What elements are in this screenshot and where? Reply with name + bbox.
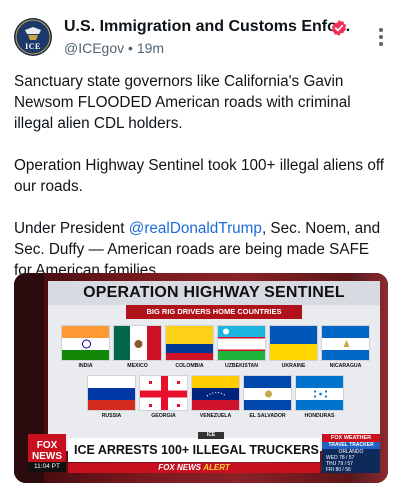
- mention-link[interactable]: @realDonaldTrump: [129, 220, 262, 237]
- flag-venezuela: VENEZUELA: [191, 375, 240, 419]
- flag-label: EL SALVADOR: [249, 413, 286, 419]
- mexico-flag-icon: [114, 326, 161, 360]
- post-paragraph-2: Operation Highway Sentinel took 100+ ill…: [14, 157, 385, 195]
- flag-label: GEORGIA: [151, 413, 176, 419]
- flag-label: UKRAINE: [281, 363, 306, 369]
- colombia-flag-icon: [166, 326, 213, 360]
- flag-colombia: COLOMBIA: [165, 325, 214, 369]
- flag-label: NICARAGUA: [329, 363, 362, 369]
- flag-ukraine: UKRAINE: [269, 325, 318, 369]
- flag-russia: RUSSIA: [87, 375, 136, 419]
- more-options-icon[interactable]: [374, 28, 388, 50]
- india-flag-icon: [62, 326, 109, 360]
- author-name[interactable]: U.S. Immigration and Customs Enfo...: [64, 18, 350, 36]
- ice-tag: ICE: [198, 432, 224, 439]
- weather-row: FRI 80 / 56: [326, 467, 351, 473]
- weather-box: FOX WEATHER TRAVEL TRACKER ORLANDO WED 7…: [322, 434, 380, 473]
- weather-day: FRI: [326, 467, 335, 473]
- georgia-flag-icon: [140, 376, 187, 410]
- paragraph-3-prefix: Under President: [14, 220, 129, 237]
- meta-separator: •: [128, 40, 133, 56]
- flag-nicaragua: NICARAGUA: [321, 325, 370, 369]
- post-paragraph-1: Sanctuary state governors like Californi…: [14, 73, 351, 132]
- graphic-board: OPERATION HIGHWAY SENTINEL BIG RIG DRIVE…: [48, 281, 380, 451]
- flag-mexico: MEXICO: [113, 325, 162, 369]
- flag-label: COLOMBIA: [175, 363, 204, 369]
- news-lower-third: FOX NEWS 11:04 PT ICE ARRESTS 100+ ILLEG…: [28, 432, 380, 474]
- flag-label: UZBEKISTAN: [224, 363, 259, 369]
- russia-flag-icon: [88, 376, 135, 410]
- alert-word: ALERT: [203, 463, 230, 472]
- flag-label: INDIA: [78, 363, 93, 369]
- weather-low: 56: [345, 467, 351, 473]
- alert-brand: FOX NEWS: [158, 463, 201, 472]
- ukraine-flag-icon: [270, 326, 317, 360]
- logo-line-2: NEWS: [32, 451, 62, 462]
- flag-georgia: GEORGIA: [139, 375, 188, 419]
- author-handle[interactable]: @ICEgov: [64, 40, 124, 56]
- post-body: Sanctuary state governors like Californi…: [14, 71, 390, 302]
- flag-india: INDIA: [61, 325, 110, 369]
- post-header: ICE U.S. Immigration and Customs Enfo...…: [14, 16, 390, 60]
- flag-label: VENEZUELA: [199, 413, 232, 419]
- verified-badge-icon: [331, 20, 347, 36]
- logo-line-1: FOX: [36, 440, 58, 451]
- weather-title: FOX WEATHER: [322, 434, 380, 442]
- author-meta: @ICEgov • 19m: [64, 40, 164, 56]
- avatar-text: ICE: [25, 42, 41, 51]
- post-paragraph-3: Under President @realDonaldTrump, Sec. N…: [14, 218, 390, 281]
- headline-bar: ICE ARRESTS 100+ ILLEGAL TRUCKERS IN CA …: [68, 438, 320, 462]
- post-image[interactable]: OPERATION HIGHWAY SENTINEL BIG RIG DRIVE…: [14, 273, 388, 483]
- news-time: 11:04 PT: [28, 462, 66, 472]
- board-title: OPERATION HIGHWAY SENTINEL: [48, 281, 380, 305]
- flag-label: RUSSIA: [101, 413, 122, 419]
- honduras-flag-icon: [296, 376, 343, 410]
- flag-label: MEXICO: [127, 363, 148, 369]
- el-salvador-flag-icon: [244, 376, 291, 410]
- flag-uzbekistan: UZBEKISTAN: [217, 325, 266, 369]
- board-subtitle: BIG RIG DRIVERS HOME COUNTRIES: [126, 305, 302, 319]
- venezuela-flag-icon: [192, 376, 239, 410]
- flag-label: HONDURAS: [304, 413, 335, 419]
- weather-high: 80: [335, 467, 342, 473]
- alert-bar: FOX NEWS ALERT: [68, 463, 320, 473]
- flag-honduras: HONDURAS: [295, 375, 344, 419]
- uzbekistan-flag-icon: [218, 326, 265, 360]
- nicaragua-flag-icon: [322, 326, 369, 360]
- flag-el-salvador: EL SALVADOR: [243, 375, 292, 419]
- weather-subtitle: TRAVEL TRACKER: [322, 442, 380, 449]
- post-time[interactable]: 19m: [137, 40, 164, 56]
- avatar[interactable]: ICE: [14, 18, 52, 56]
